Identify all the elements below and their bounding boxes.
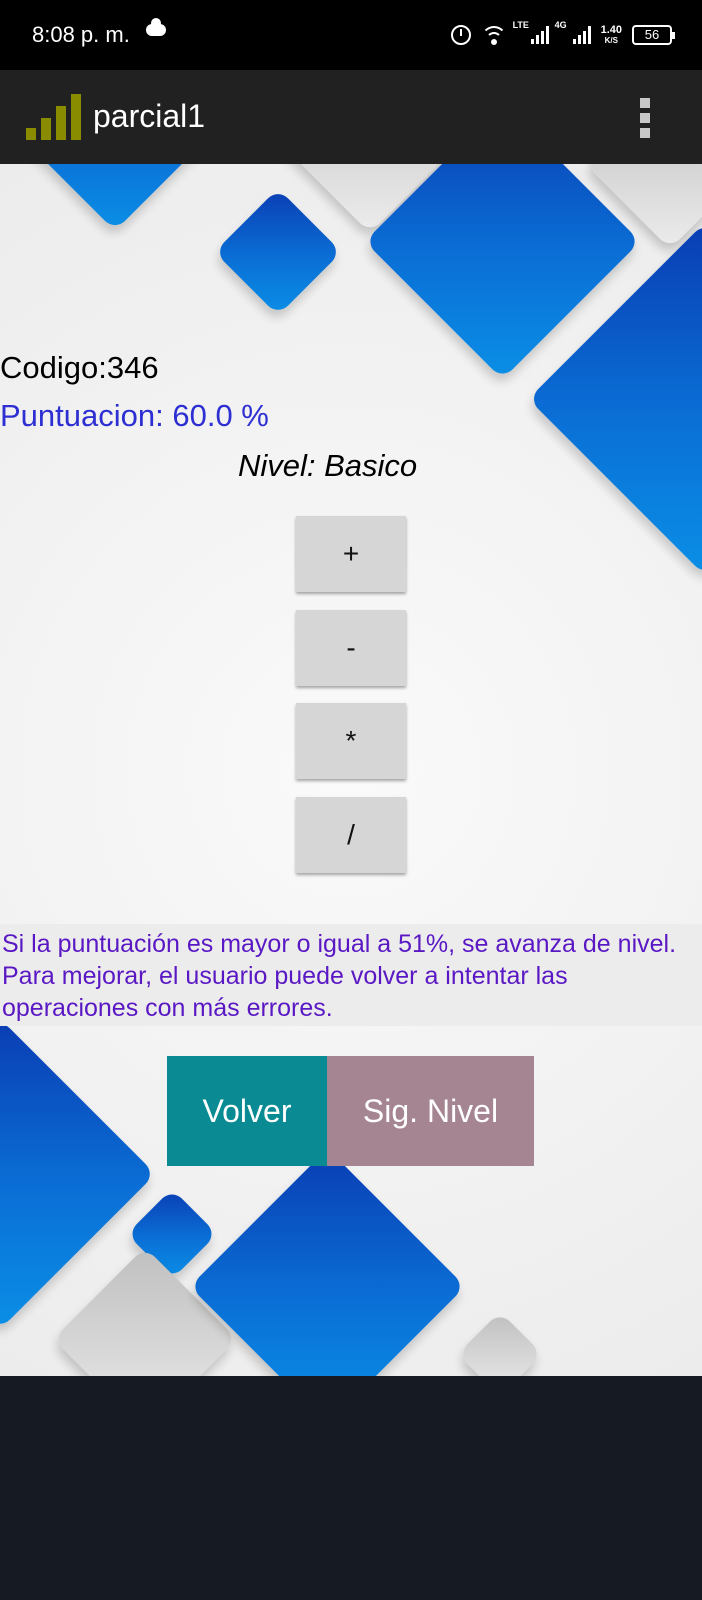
codigo-label: Codigo:346 — [0, 350, 159, 385]
decor-diamond — [23, 164, 207, 231]
cell-signal-4g-icon: 4G — [555, 20, 591, 44]
volver-button[interactable]: Volver — [167, 1056, 327, 1166]
battery-icon: 56 — [632, 25, 675, 45]
network-speed-unit: K/S — [604, 35, 618, 45]
subtract-button[interactable]: - — [296, 610, 406, 686]
cloud-icon — [146, 18, 166, 36]
network-lte-label: LTE — [512, 20, 529, 30]
decor-diamond — [457, 1311, 543, 1376]
puntuacion-label: Puntuacion: 60.0 % — [0, 398, 269, 433]
overflow-menu-icon[interactable] — [636, 98, 656, 138]
network-speed: 1.40 K/S — [600, 23, 622, 46]
empty-bottom-area — [0, 1376, 702, 1600]
network-speed-value: 1.40 — [600, 23, 622, 36]
signal-bars-icon — [26, 94, 82, 140]
network-4g-label: 4G — [554, 20, 567, 30]
multiply-button[interactable]: * — [296, 703, 406, 779]
phone-screen: 8:08 p. m. LTE 4G 1.40 K/S 56 parcial1 C… — [0, 0, 702, 1600]
add-button[interactable]: + — [296, 516, 406, 592]
info-text: Si la puntuación es mayor o igual a 51%,… — [2, 930, 677, 1022]
status-bar: 8:08 p. m. LTE 4G 1.40 K/S 56 — [0, 0, 702, 70]
status-time: 8:08 p. m. — [32, 22, 130, 47]
next-level-button[interactable]: Sig. Nivel — [327, 1056, 534, 1166]
nivel-label: Nivel: Basico — [238, 448, 418, 483]
result-screen: Codigo:346 Puntuacion: 60.0 % Nivel: Bas… — [0, 164, 702, 1376]
status-icons: LTE 4G 1.40 K/S 56 — [450, 20, 675, 50]
decor-diamond — [214, 188, 342, 316]
alarm-icon — [450, 25, 471, 45]
app-title: parcial1 — [93, 98, 206, 134]
cell-signal-lte-icon: LTE — [513, 20, 549, 44]
wifi-icon — [480, 24, 507, 46]
divide-button[interactable]: / — [296, 797, 406, 873]
app-bar: parcial1 — [0, 70, 702, 164]
